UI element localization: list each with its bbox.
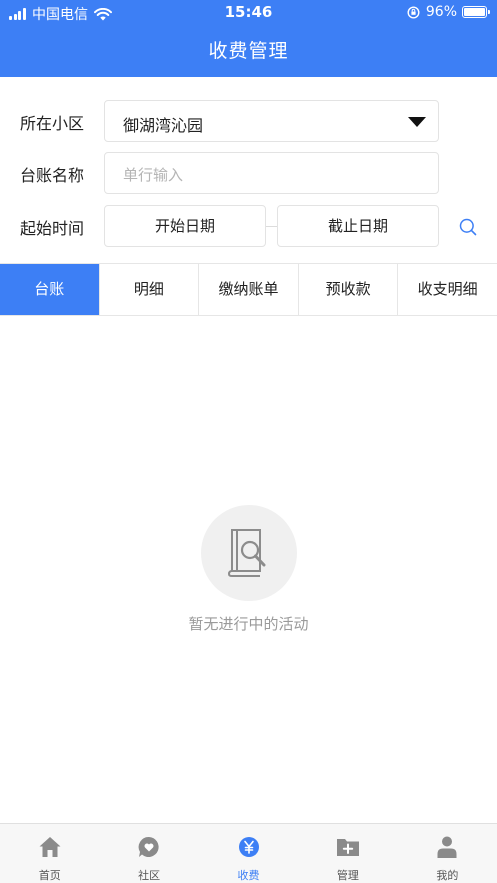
header-bar: 中国电信 15:46 96% 收费管理 xyxy=(0,0,497,77)
tabbar-manage[interactable]: 管理 xyxy=(298,824,397,883)
empty-state-message: 暂无进行中的活动 xyxy=(188,615,309,633)
tab-paid-bills[interactable]: 缴纳账单 xyxy=(199,264,299,315)
tabbar-home-label: 首页 xyxy=(38,869,61,882)
tab-detail[interactable]: 明细 xyxy=(99,264,200,315)
person-icon xyxy=(437,836,457,858)
search-icon[interactable] xyxy=(459,218,477,236)
start-date-button[interactable]: 开始日期 xyxy=(104,205,266,247)
tabbar-fees-label: 收费 xyxy=(237,869,260,882)
yen-circle-icon xyxy=(238,837,259,857)
community-value: 御湖湾沁园 xyxy=(123,116,204,135)
chevron-down-icon xyxy=(408,117,426,127)
tabbar-fees[interactable]: 收费 xyxy=(199,824,298,883)
page-title: 收费管理 xyxy=(208,40,289,62)
folder-plus-icon xyxy=(336,839,359,856)
home-icon xyxy=(39,837,61,857)
bottom-tabbar: 首页 社区 收费 管理 我的 xyxy=(0,823,497,883)
community-select[interactable]: 御湖湾沁园 xyxy=(104,100,439,142)
ledger-tabs: 台账 明细 缴纳账单 预收款 收支明细 xyxy=(0,263,497,316)
battery-percent: 96% xyxy=(425,4,457,20)
community-row: 所在小区 御湖湾沁园 xyxy=(0,100,497,142)
empty-state-badge xyxy=(200,505,297,601)
status-right: 96% xyxy=(407,4,490,20)
ledger-placeholder: 单行输入 xyxy=(123,166,184,184)
date-separator xyxy=(266,226,277,227)
status-bar: 中国电信 15:46 96% xyxy=(0,0,497,26)
tabbar-community-label: 社区 xyxy=(138,869,161,882)
end-date-button[interactable]: 截止日期 xyxy=(277,205,439,247)
tab-ledger[interactable]: 台账 xyxy=(0,264,100,315)
tabbar-mine-label: 我的 xyxy=(436,869,459,882)
ledger-name-input[interactable]: 单行输入 xyxy=(104,152,439,194)
time-label: 起始时间 xyxy=(20,219,85,238)
ledger-label: 台账名称 xyxy=(20,166,85,185)
tabbar-home[interactable]: 首页 xyxy=(0,824,99,883)
tab-prepayment[interactable]: 预收款 xyxy=(298,264,399,315)
tabbar-manage-label: 管理 xyxy=(336,869,359,882)
rotation-lock-icon xyxy=(407,5,420,19)
tabbar-community[interactable]: 社区 xyxy=(99,824,198,883)
tabbar-mine[interactable]: 我的 xyxy=(398,824,497,883)
search-document-icon xyxy=(227,529,265,577)
tab-income-expense[interactable]: 收支明细 xyxy=(398,264,497,315)
community-label: 所在小区 xyxy=(20,114,85,133)
empty-state: 暂无进行中的活动 xyxy=(0,505,497,634)
time-row: 起始时间 开始日期 截止日期 xyxy=(0,205,497,247)
heart-chat-icon xyxy=(138,836,159,857)
battery-icon xyxy=(462,6,490,18)
ledger-row: 台账名称 单行输入 xyxy=(0,152,497,194)
